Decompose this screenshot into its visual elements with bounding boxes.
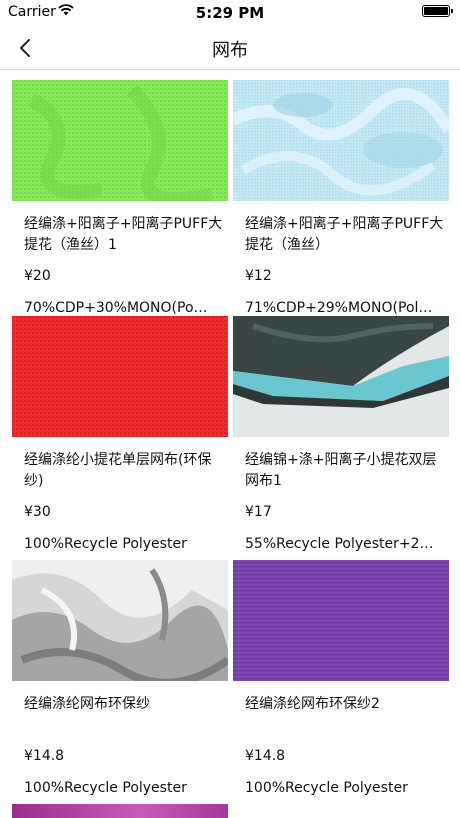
product-card[interactable]: 经编涤纶网布环保纱2 ¥14.8 100%Recycle Polyester <box>233 560 449 796</box>
product-composition: 100%Recycle Polyester <box>24 536 187 552</box>
product-name: 经编涤+阳离子+阳离子PUFF大提花（渔丝）1 <box>24 216 223 253</box>
status-time: 5:29 PM <box>195 4 265 22</box>
product-image <box>12 560 228 681</box>
product-card[interactable]: 经编涤+阳离子+阳离子PUFF大提花（渔丝） ¥12 71%CDP+29%MON… <box>233 80 449 316</box>
product-composition: 71%CDP+29%MONO(Pol… <box>245 300 433 316</box>
product-name: 经编涤纶小提花单层网布(环保纱) <box>24 452 212 489</box>
product-composition: 100%Recycle Polyester <box>245 780 408 796</box>
product-name: 经编涤+阳离子+阳离子PUFF大提花（渔丝） <box>245 216 444 253</box>
status-bar: Carrier 5:29 PM <box>0 0 460 26</box>
product-price: ¥30 <box>24 504 51 520</box>
product-image <box>12 80 228 201</box>
page-title: 网布 <box>212 40 248 61</box>
product-composition: 55%Recycle Polyester+2… <box>245 536 434 552</box>
battery-icon <box>422 5 453 17</box>
product-grid[interactable]: 经编涤+阳离子+阳离子PUFF大提花（渔丝）1 ¥20 70%CDP+30%MO… <box>0 70 460 818</box>
product-price: ¥12 <box>245 268 272 284</box>
product-card[interactable]: 经编涤纶小提花单层网布(环保纱) ¥30 100%Recycle Polyest… <box>12 316 228 552</box>
product-composition: 100%Recycle Polyester <box>24 780 187 796</box>
product-card[interactable]: 经编锦+涤+阳离子小提花双层网布1 ¥17 55%Recycle Polyest… <box>233 316 449 552</box>
navigation-bar: 网布 <box>0 26 460 70</box>
product-image <box>233 560 449 681</box>
product-name: 经编涤纶网布环保纱 <box>24 696 150 712</box>
product-price: ¥20 <box>24 268 51 284</box>
product-price: ¥14.8 <box>245 748 286 764</box>
product-price: ¥14.8 <box>24 748 65 764</box>
product-image-partial[interactable] <box>12 804 228 818</box>
product-name: 经编锦+涤+阳离子小提花双层网布1 <box>245 452 437 489</box>
product-composition: 70%CDP+30%MONO(Po… <box>24 300 208 316</box>
product-name: 经编涤纶网布环保纱2 <box>245 696 380 712</box>
product-card[interactable]: 经编涤纶网布环保纱 ¥14.8 100%Recycle Polyester <box>12 560 228 796</box>
product-price: ¥17 <box>245 504 272 520</box>
product-image <box>233 316 449 437</box>
product-image <box>233 80 449 201</box>
product-image <box>12 316 228 437</box>
product-card[interactable]: 经编涤+阳离子+阳离子PUFF大提花（渔丝）1 ¥20 70%CDP+30%MO… <box>12 80 228 316</box>
